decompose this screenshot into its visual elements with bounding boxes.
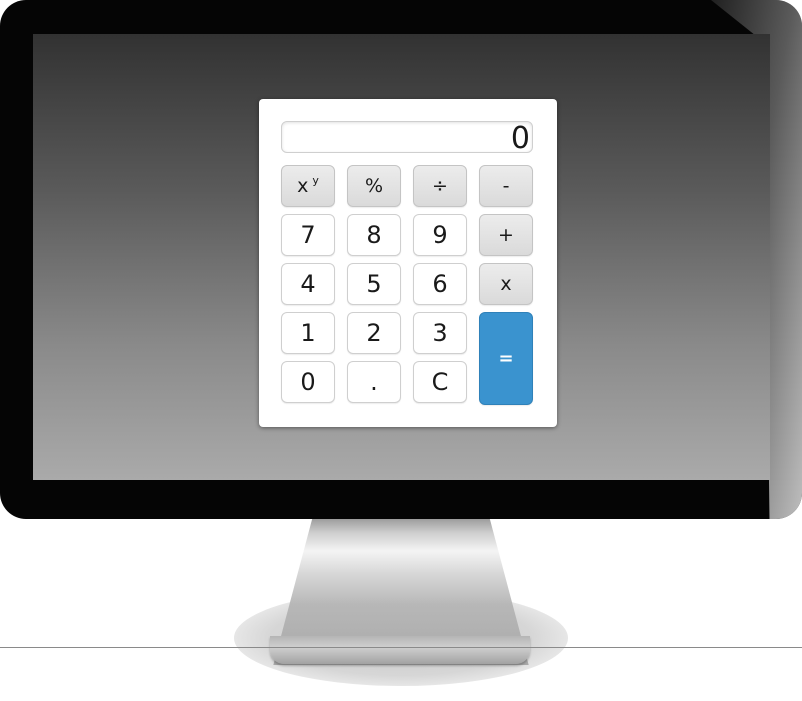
digit-3-button[interactable]: 3 <box>413 312 467 354</box>
equals-button[interactable]: = <box>479 312 533 405</box>
percent-button[interactable]: % <box>347 165 401 207</box>
digit-7-button[interactable]: 7 <box>281 214 335 256</box>
clear-button[interactable]: C <box>413 361 467 403</box>
digit-5-button[interactable]: 5 <box>347 263 401 305</box>
digit-4-button[interactable]: 4 <box>281 263 335 305</box>
plus-button[interactable]: + <box>479 214 533 256</box>
digit-0-button[interactable]: 0 <box>281 361 335 403</box>
digit-9-button[interactable]: 9 <box>413 214 467 256</box>
monitor-stand-base <box>270 636 530 664</box>
minus-button[interactable]: - <box>479 165 533 207</box>
power-base-label: x <box>297 175 309 197</box>
calculator-widget: 0 xy % ÷ - 7 8 9 + 4 5 6 x 1 2 3 = 0 . C <box>259 99 557 427</box>
multiply-button[interactable]: x <box>479 263 533 305</box>
digit-2-button[interactable]: 2 <box>347 312 401 354</box>
power-exponent-label: y <box>312 173 319 187</box>
power-button[interactable]: xy <box>281 165 335 207</box>
monitor-screen: 0 xy % ÷ - 7 8 9 + 4 5 6 x 1 2 3 = 0 . C <box>33 34 770 480</box>
divide-button[interactable]: ÷ <box>413 165 467 207</box>
monitor-bezel: 0 xy % ÷ - 7 8 9 + 4 5 6 x 1 2 3 = 0 . C <box>0 0 802 519</box>
digit-8-button[interactable]: 8 <box>347 214 401 256</box>
floor-line <box>0 647 802 648</box>
calculator-display: 0 <box>281 121 533 156</box>
decimal-point-button[interactable]: . <box>347 361 401 403</box>
digit-1-button[interactable]: 1 <box>281 312 335 354</box>
digit-6-button[interactable]: 6 <box>413 263 467 305</box>
